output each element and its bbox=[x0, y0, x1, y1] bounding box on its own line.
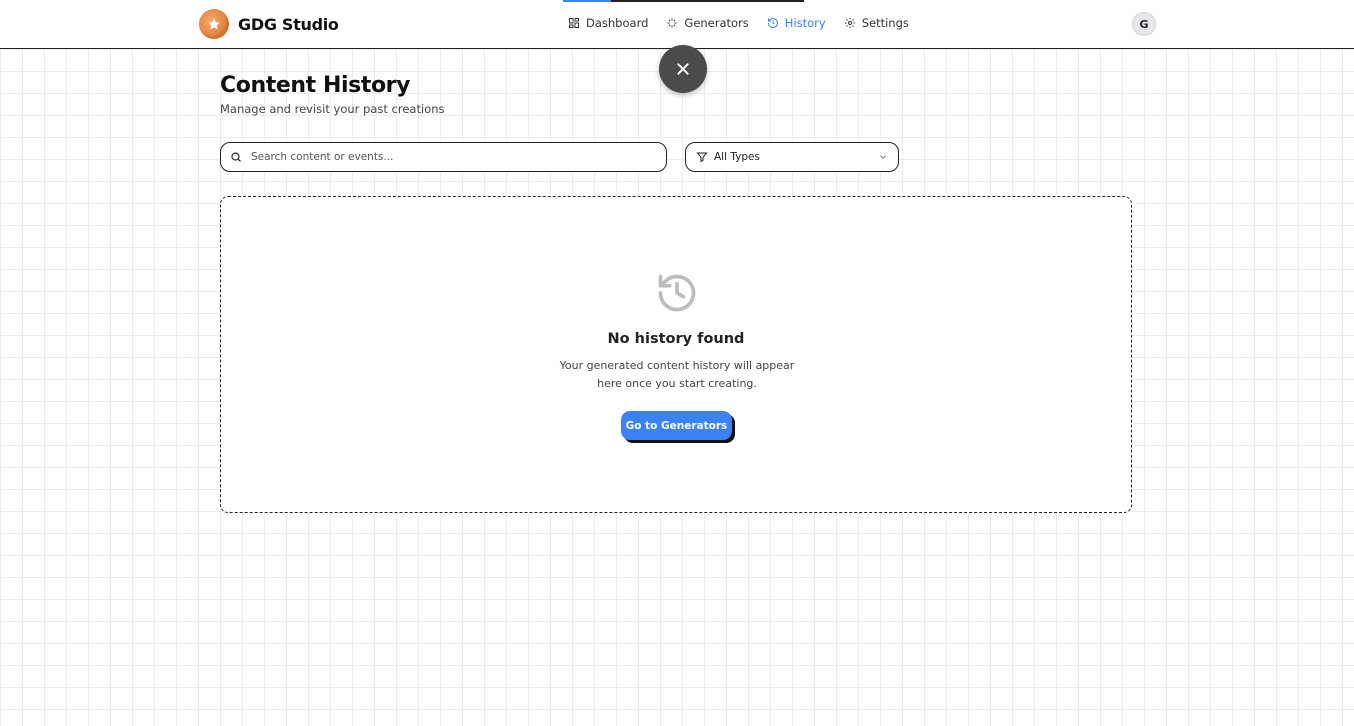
search-box[interactable] bbox=[220, 142, 667, 172]
search-icon bbox=[231, 152, 241, 162]
nav-item-label: Dashboard bbox=[586, 16, 649, 30]
filter-selected-value: All Types bbox=[714, 151, 760, 163]
top-navigation-bar: GDG Studio Dashboard Generators History … bbox=[0, 0, 1354, 49]
close-button[interactable] bbox=[659, 45, 707, 93]
nav-item-label: Settings bbox=[861, 16, 909, 30]
empty-state-panel: No history found Your generated content … bbox=[220, 196, 1132, 513]
nav-active-indicator bbox=[563, 0, 804, 2]
empty-state-title: No history found bbox=[607, 331, 745, 347]
type-filter-select[interactable]: All Types bbox=[685, 142, 899, 172]
nav-item-label: History bbox=[784, 16, 826, 30]
go-to-generators-button[interactable]: Go to Generators bbox=[621, 411, 732, 440]
history-icon bbox=[658, 274, 696, 312]
search-input[interactable] bbox=[251, 151, 641, 163]
nav-item-label: Generators bbox=[684, 16, 749, 30]
user-avatar[interactable]: G bbox=[1132, 12, 1156, 36]
star-icon bbox=[208, 18, 220, 30]
chevron-down-icon bbox=[880, 155, 886, 159]
close-icon bbox=[677, 63, 689, 75]
nav-item-history[interactable]: History bbox=[767, 16, 826, 30]
empty-state-description: Your generated content history will appe… bbox=[559, 359, 795, 390]
gear-icon bbox=[844, 18, 855, 28]
page-subtitle: Manage and revisit your past creations bbox=[220, 102, 445, 116]
nav-item-settings[interactable]: Settings bbox=[844, 16, 909, 30]
main-nav: Dashboard Generators History Settings bbox=[568, 16, 909, 30]
page-title: Content History bbox=[220, 73, 411, 98]
brand-logo bbox=[199, 9, 229, 39]
brand-name: GDG Studio bbox=[238, 14, 339, 34]
brand[interactable]: GDG Studio bbox=[199, 9, 339, 39]
history-icon bbox=[767, 18, 778, 28]
nav-item-generators[interactable]: Generators bbox=[666, 16, 749, 30]
nav-item-dashboard[interactable]: Dashboard bbox=[568, 16, 648, 30]
filter-icon bbox=[696, 152, 708, 163]
sparkles-icon bbox=[667, 18, 677, 28]
dashboard-icon bbox=[569, 18, 579, 28]
